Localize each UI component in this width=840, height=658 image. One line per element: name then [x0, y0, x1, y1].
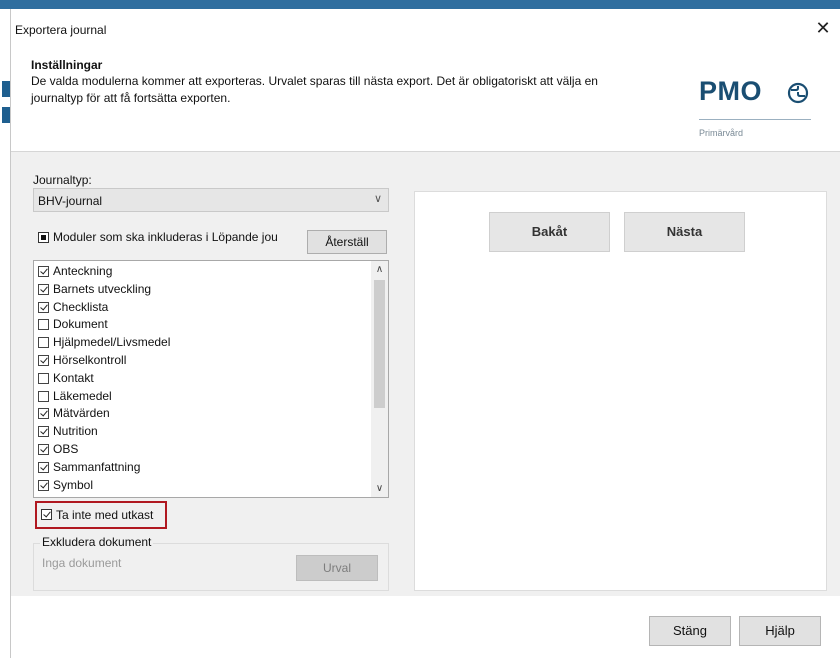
checkbox-checked[interactable] [38, 408, 49, 420]
indeterminate-checkbox[interactable] [38, 232, 49, 243]
logo-mark-icon [787, 82, 809, 104]
scrollbar-thumb[interactable] [374, 280, 385, 408]
journaltype-label: Journaltyp: [33, 173, 92, 187]
list-item[interactable]: OBS [38, 441, 368, 458]
list-item[interactable]: Läkemedel [38, 388, 368, 405]
logo-subtitle: Primärvård [699, 128, 744, 138]
reset-button[interactable]: Återställ [307, 230, 387, 254]
checkbox-checked[interactable] [38, 479, 49, 491]
list-item-label: Nutrition [53, 424, 98, 439]
list-item-label: Anteckning [53, 264, 113, 278]
list-item[interactable]: Dokument [38, 316, 368, 333]
logo-rule [699, 119, 811, 120]
list-item-label: OBS [53, 442, 79, 456]
checkbox-checked[interactable] [38, 355, 49, 366]
list-item-label: Mätvärden [53, 406, 110, 421]
modules-header-label: Moduler som ska inkluderas i Löpande jou [53, 230, 278, 244]
list-item-label: Läkemedel [53, 388, 112, 403]
checkbox-checked[interactable] [38, 266, 49, 277]
checkbox-checked[interactable] [38, 444, 49, 455]
list-item-label: Sammanfattning [53, 459, 141, 474]
select-button[interactable]: Urval [296, 555, 378, 581]
checkbox-checked[interactable] [38, 301, 49, 313]
export-journal-dialog: Exportera journal ✕ Inställningar De val… [11, 9, 840, 658]
list-item-label: Barnets utveckling [53, 281, 152, 296]
list-item[interactable]: Mätvärden [38, 405, 368, 422]
close-icon[interactable]: ✕ [812, 17, 834, 39]
content-area: Journaltyp: BHV-journal ∨ Moduler som sk… [11, 152, 840, 596]
pmo-logo: PMO Primärvård [699, 76, 819, 138]
checkbox-unchecked[interactable] [38, 337, 49, 349]
dialog-footer: Stäng Hjälp [11, 596, 840, 658]
help-button[interactable]: Hjälp [739, 616, 821, 646]
checkbox-unchecked[interactable] [38, 319, 49, 331]
background-marker [2, 107, 10, 123]
list-item[interactable]: Kontakt [38, 370, 368, 387]
close-button[interactable]: Stäng [649, 616, 731, 646]
exclude-documents-group: Exkludera dokument Inga dokument Urval [33, 535, 389, 591]
title-bar: Exportera journal ✕ [11, 9, 840, 47]
settings-title: Inställningar [31, 58, 103, 72]
list-item[interactable]: Hjälpmedel/Livsmedel [38, 334, 368, 351]
back-button[interactable]: Bakåt [489, 212, 610, 252]
list-item-label: Hjälpmedel/Livsmedel [53, 335, 171, 350]
list-item[interactable]: Sammanfattning [38, 459, 368, 476]
journaltype-value: BHV-journal [38, 194, 103, 208]
list-item-label: Hörselkontroll [53, 353, 127, 367]
modules-list[interactable]: Anteckning Barnets utveckling Checklista Do… [33, 260, 389, 498]
settings-description: De valda modulerna kommer att exporteras… [31, 74, 598, 105]
next-button[interactable]: Nästa [624, 212, 745, 252]
background-window-strip [0, 0, 840, 9]
list-item-label: Dokument [53, 317, 108, 332]
checkbox-checked[interactable] [38, 283, 49, 295]
checkbox-checked[interactable] [38, 426, 49, 438]
list-item[interactable]: Anteckning [38, 263, 368, 280]
chevron-down-icon[interactable]: ∨ [371, 480, 388, 497]
list-item[interactable]: Nutrition [38, 423, 368, 440]
list-item[interactable]: Barnets utveckling [38, 281, 368, 298]
checkbox-unchecked[interactable] [38, 390, 49, 402]
list-item-label: Checklista [53, 299, 109, 314]
checkbox-checked[interactable] [41, 509, 52, 520]
logo-brand: PMO [699, 76, 763, 106]
list-item-label: Kontakt [53, 370, 94, 385]
chevron-up-icon[interactable]: ∧ [371, 261, 388, 278]
checkbox-unchecked[interactable] [38, 372, 49, 384]
chevron-down-icon: ∨ [373, 193, 382, 205]
exclude-documents-legend: Exkludera dokument [40, 535, 154, 549]
exclude-drafts-label: Ta inte med utkast [56, 508, 154, 522]
list-item[interactable]: Checklista [38, 299, 368, 316]
modules-scrollbar[interactable]: ∧ ∨ [371, 261, 388, 497]
list-item[interactable]: Hörselkontroll [38, 352, 368, 369]
no-documents-text: Inga dokument [42, 556, 122, 570]
journaltype-select[interactable]: BHV-journal ∨ [33, 188, 389, 212]
window-title: Exportera journal [15, 23, 107, 37]
list-item[interactable]: Symbol [38, 477, 368, 494]
list-item-label: Symbol [53, 477, 94, 492]
exclude-drafts-checkbox[interactable]: Ta inte med utkast [35, 501, 167, 529]
settings-header: Inställningar De valda modulerna kommer … [11, 47, 840, 152]
navigation-panel: Bakåt Nästa [414, 191, 827, 591]
background-marker [2, 81, 10, 97]
checkbox-checked[interactable] [38, 461, 49, 473]
